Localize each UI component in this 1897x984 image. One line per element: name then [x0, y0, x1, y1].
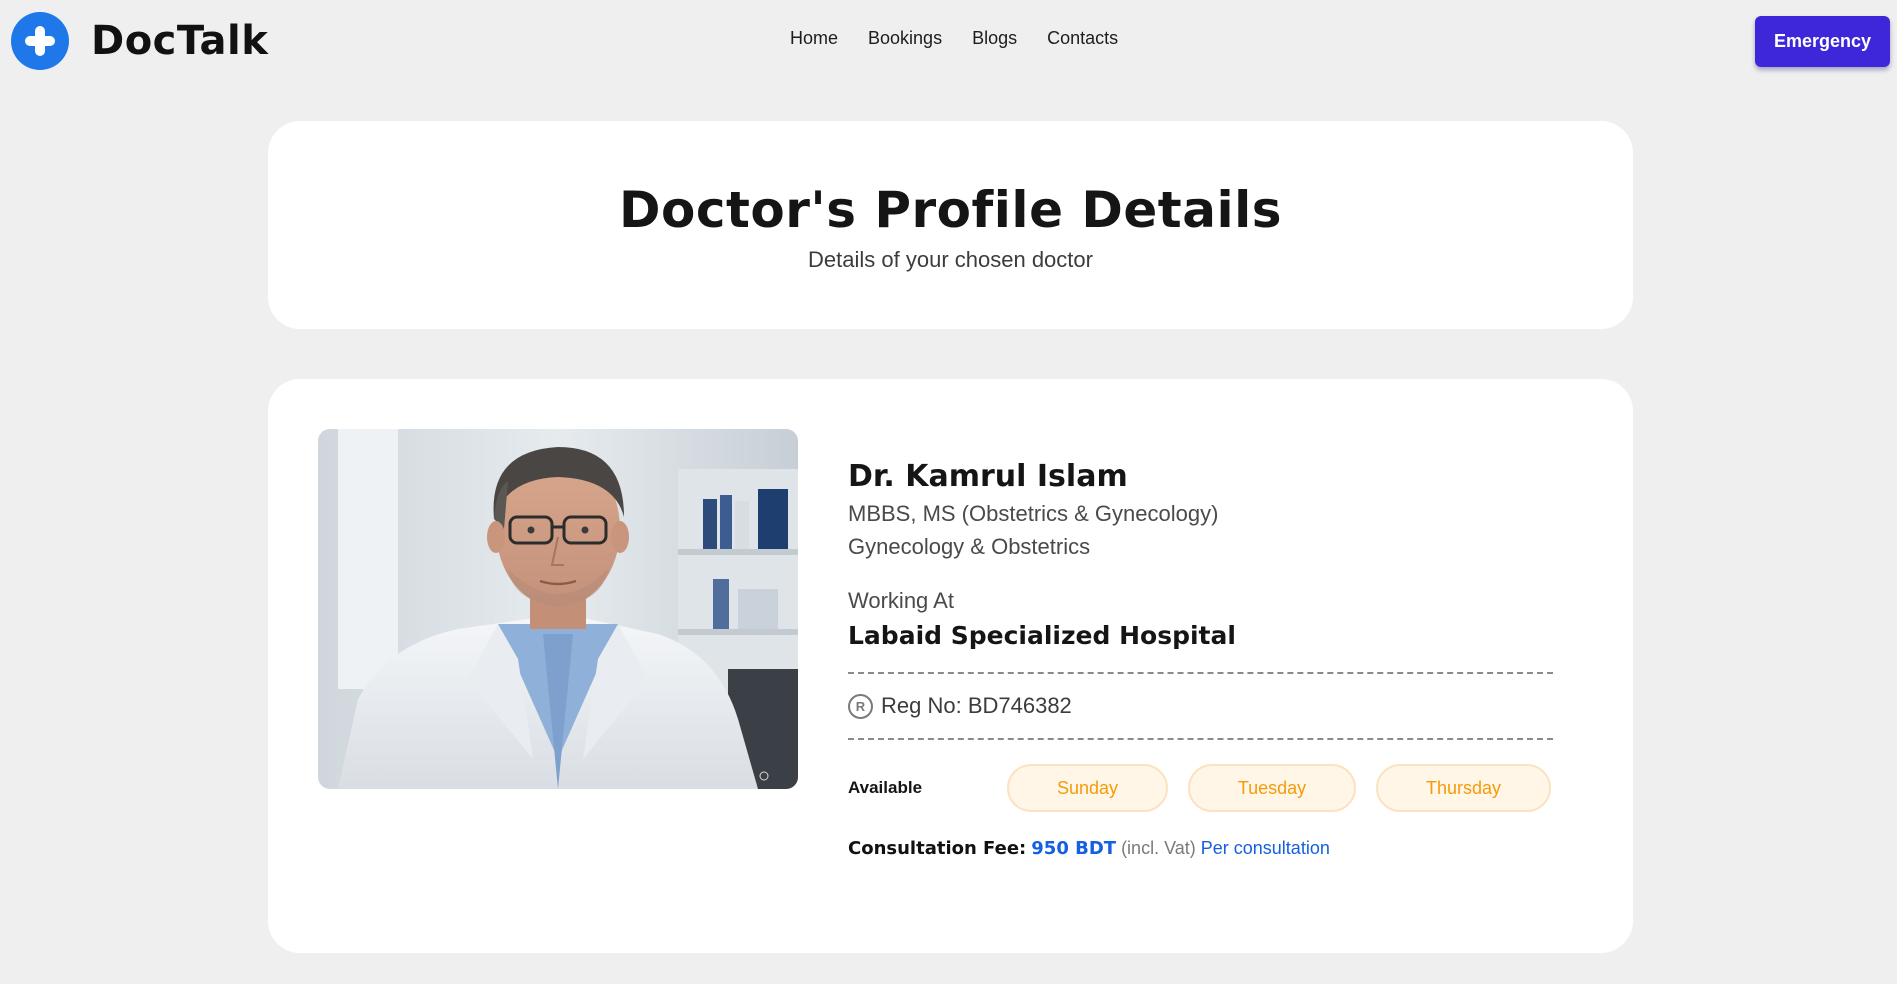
- doctor-profile-card: Dr. Kamrul Islam MBBS, MS (Obstetrics & …: [268, 379, 1633, 953]
- day-pill-sunday[interactable]: Sunday: [1007, 764, 1168, 812]
- doctor-degree: MBBS, MS (Obstetrics & Gynecology): [848, 501, 1219, 526]
- fee-per-consultation: Per consultation: [1200, 838, 1330, 858]
- doctor-specialty: Gynecology & Obstetrics: [848, 534, 1091, 559]
- doctor-photo: [318, 429, 798, 789]
- page-title-card: Doctor's Profile Details Details of your…: [268, 121, 1633, 329]
- doctor-info: Dr. Kamrul Islam MBBS, MS (Obstetrics & …: [848, 459, 1553, 859]
- brand-name: DocTalk: [91, 18, 269, 64]
- doctor-name: Dr. Kamrul Islam: [848, 459, 1128, 494]
- page-title: Doctor's Profile Details: [619, 181, 1282, 239]
- day-pill-tuesday[interactable]: Tuesday: [1188, 764, 1356, 812]
- fee-label: Consultation Fee:: [848, 838, 1027, 859]
- fee-vat-note: (incl. Vat): [1121, 838, 1196, 858]
- nav-home-link[interactable]: Home: [790, 28, 838, 49]
- top-navbar: DocTalk Home Bookings Blogs Contacts Eme…: [0, 0, 1897, 82]
- consultation-fee: Consultation Fee: 950 BDT (incl. Vat) Pe…: [848, 838, 1553, 859]
- brand[interactable]: DocTalk: [11, 12, 268, 70]
- nav-contacts-link[interactable]: Contacts: [1047, 28, 1118, 49]
- availability-row: Available Sunday Tuesday Thursday: [848, 764, 1553, 812]
- medical-cross-logo-icon: [11, 12, 69, 70]
- available-label: Available: [848, 778, 923, 797]
- page-subtitle: Details of your chosen doctor: [808, 247, 1093, 272]
- doctor-portrait-image: [318, 429, 798, 789]
- working-at-label: Working At: [848, 588, 954, 613]
- nav-blogs-link[interactable]: Blogs: [972, 28, 1017, 49]
- registration-row: R Reg No: BD746382: [848, 674, 1553, 738]
- nav-bookings-link[interactable]: Bookings: [868, 28, 942, 49]
- registered-icon: R: [848, 693, 873, 719]
- emergency-button[interactable]: Emergency: [1755, 16, 1890, 67]
- day-pill-thursday[interactable]: Thursday: [1376, 764, 1551, 812]
- dashed-divider: [848, 738, 1553, 740]
- registration-number: Reg No: BD746382: [881, 693, 1072, 718]
- main-nav: Home Bookings Blogs Contacts: [790, 28, 1118, 49]
- hospital-name: Labaid Specialized Hospital: [848, 621, 1236, 650]
- fee-amount: 950 BDT: [1031, 838, 1117, 859]
